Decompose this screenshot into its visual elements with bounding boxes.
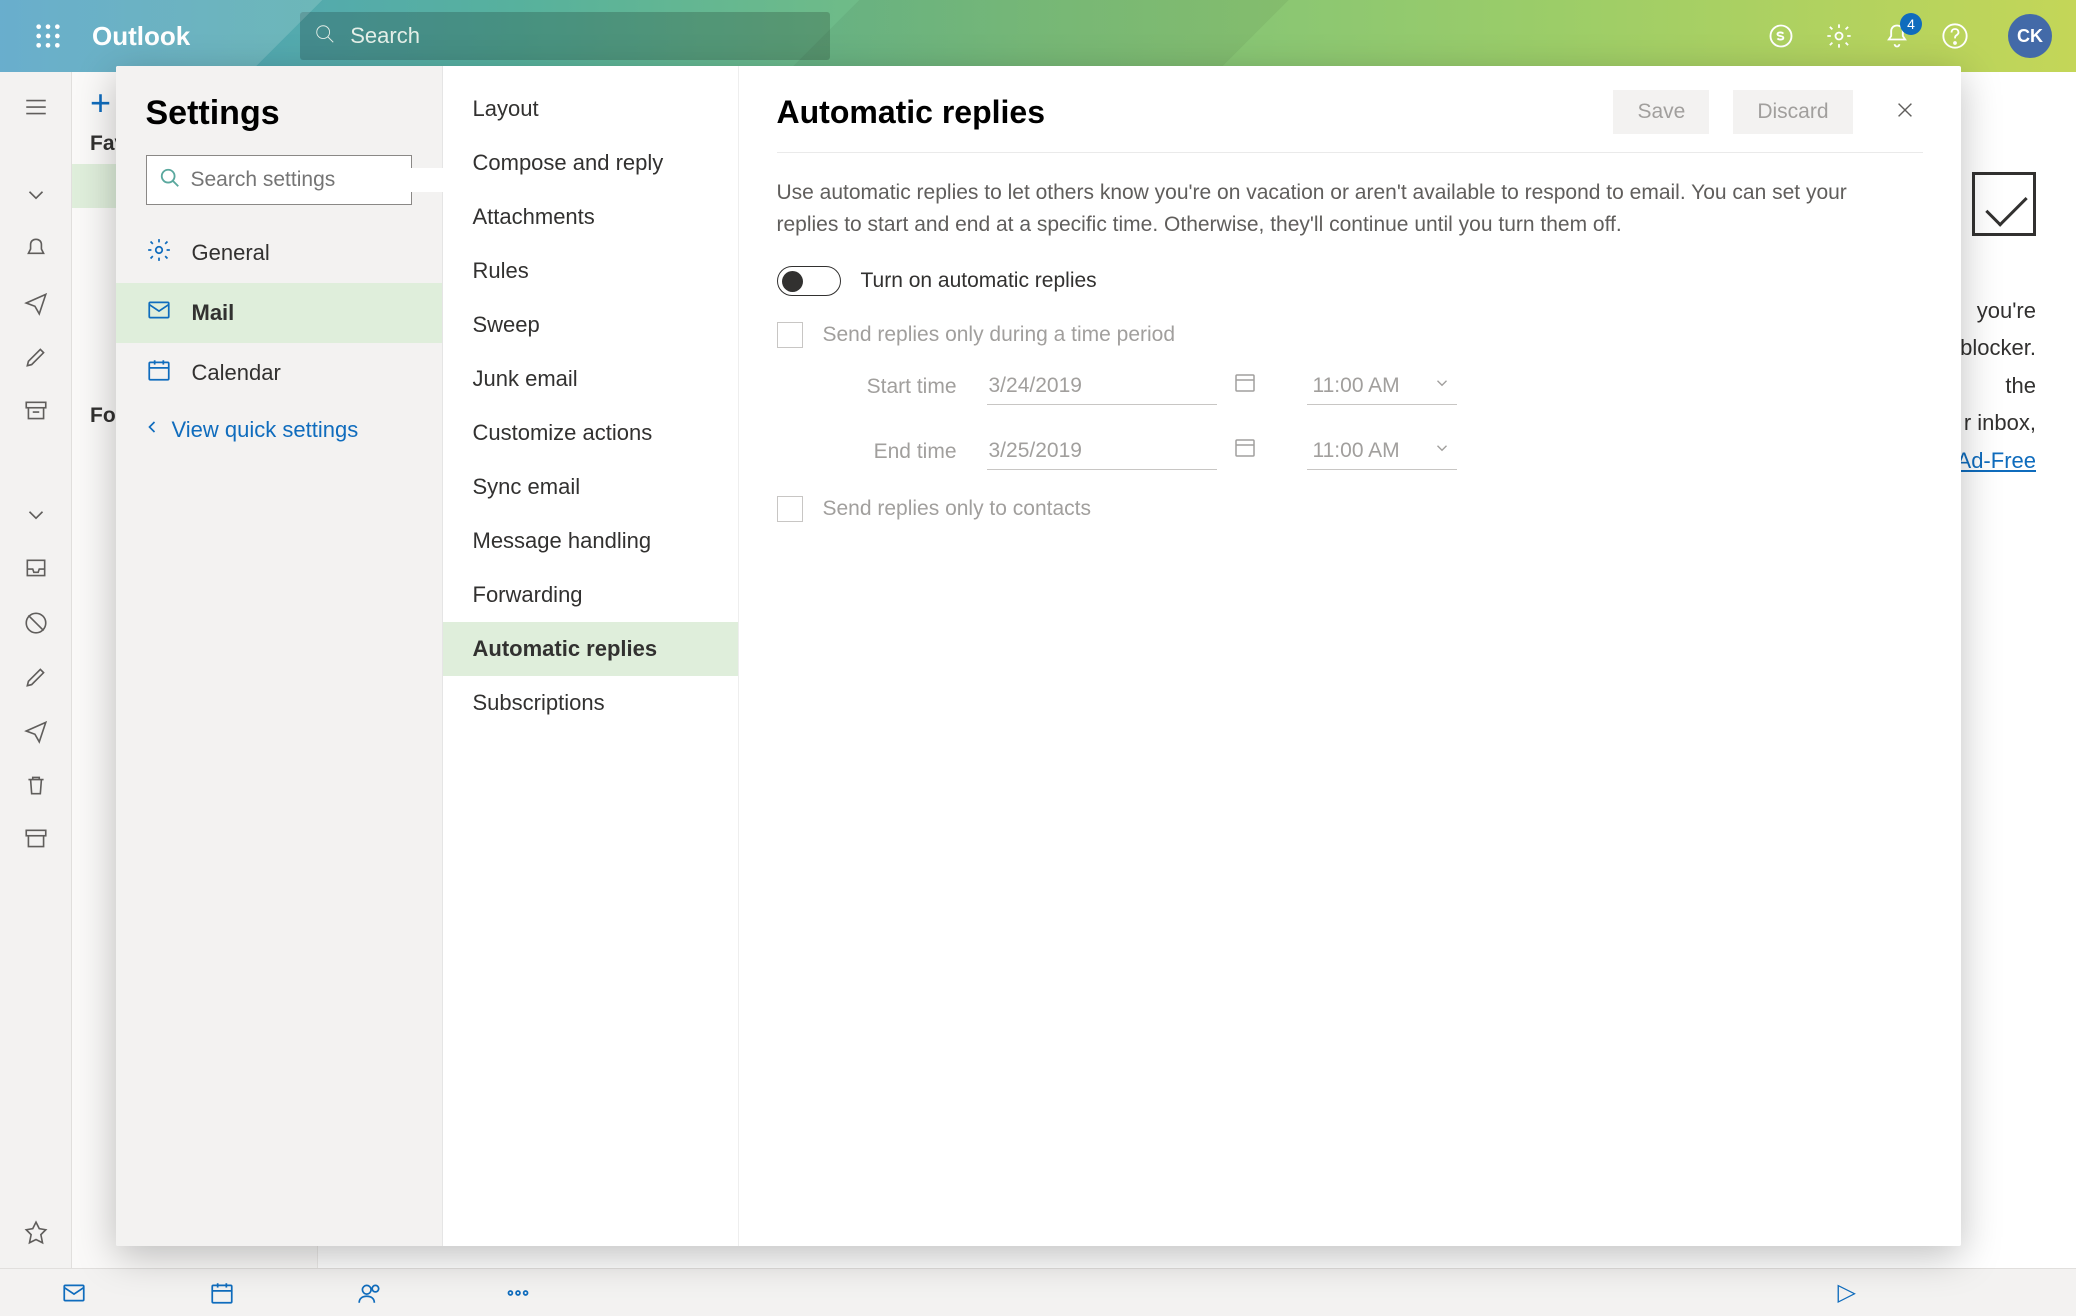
mail-icon — [146, 297, 172, 329]
skype-icon[interactable] — [1766, 21, 1796, 51]
settings-search[interactable] — [146, 155, 412, 205]
calendar-icon[interactable] — [1233, 435, 1257, 465]
calendar-icon[interactable] — [1233, 370, 1257, 400]
save-button[interactable]: Save — [1613, 90, 1709, 134]
subnav-customize-actions[interactable]: Customize actions — [443, 406, 738, 460]
panel-description: Use automatic replies to let others know… — [777, 177, 1897, 240]
notifications-icon[interactable]: 4 — [1882, 21, 1912, 51]
subnav-sync-email[interactable]: Sync email — [443, 460, 738, 514]
search-icon — [159, 167, 181, 194]
automatic-replies-toggle[interactable] — [777, 266, 841, 296]
close-button[interactable] — [1887, 94, 1923, 130]
checkbox-icon[interactable] — [777, 322, 803, 348]
subnav-compose-and-reply[interactable]: Compose and reply — [443, 136, 738, 190]
settings-icon[interactable] — [1824, 21, 1854, 51]
discard-button[interactable]: Discard — [1733, 90, 1852, 134]
chevron-left-icon — [142, 417, 162, 443]
account-avatar[interactable]: CK — [2008, 14, 2052, 58]
option-label: Send replies only to contacts — [823, 497, 1092, 521]
category-general[interactable]: General — [116, 223, 442, 283]
view-quick-settings-link[interactable]: View quick settings — [116, 403, 442, 457]
option-label: Send replies only during a time period — [823, 323, 1176, 347]
notification-badge: 4 — [1900, 13, 1922, 35]
settings-dialog: Settings General Mail Calendar View quic… — [116, 66, 1961, 1246]
category-label: Calendar — [192, 360, 281, 386]
category-calendar[interactable]: Calendar — [116, 343, 442, 403]
subnav-subscriptions[interactable]: Subscriptions — [443, 676, 738, 730]
time-value: 11:00 AM — [1313, 439, 1400, 463]
end-time-label: End time — [817, 440, 987, 464]
panel-title: Automatic replies — [777, 94, 1046, 131]
toggle-label: Turn on automatic replies — [861, 269, 1097, 293]
subnav-junk-email[interactable]: Junk email — [443, 352, 738, 406]
chevron-down-icon — [1433, 374, 1451, 398]
gear-icon — [146, 237, 172, 269]
search-icon — [314, 23, 336, 50]
global-search[interactable] — [300, 12, 830, 60]
help-icon[interactable] — [1940, 21, 1970, 51]
app-launcher-button[interactable] — [12, 0, 84, 72]
subnav-message-handling[interactable]: Message handling — [443, 514, 738, 568]
settings-title: Settings — [116, 90, 442, 155]
chevron-down-icon — [1433, 439, 1451, 463]
quick-settings-label: View quick settings — [172, 417, 359, 443]
subnav-layout[interactable]: Layout — [443, 82, 738, 136]
start-time-select[interactable]: 11:00 AM — [1307, 368, 1457, 405]
contacts-only-option[interactable]: Send replies only to contacts — [777, 496, 1923, 522]
close-icon — [1894, 99, 1916, 126]
subnav-attachments[interactable]: Attachments — [443, 190, 738, 244]
end-date-input[interactable] — [987, 433, 1217, 470]
time-value: 11:00 AM — [1313, 374, 1400, 398]
start-date-input[interactable] — [987, 368, 1217, 405]
subnav-forwarding[interactable]: Forwarding — [443, 568, 738, 622]
settings-search-input[interactable] — [191, 168, 462, 192]
category-mail[interactable]: Mail — [116, 283, 442, 343]
subnav-sweep[interactable]: Sweep — [443, 298, 738, 352]
time-period-option[interactable]: Send replies only during a time period — [777, 322, 1923, 348]
category-label: General — [192, 240, 270, 266]
global-search-input[interactable] — [350, 23, 816, 49]
end-time-select[interactable]: 11:00 AM — [1307, 433, 1457, 470]
brand-title: Outlook — [92, 21, 190, 52]
category-label: Mail — [192, 300, 235, 326]
checkbox-icon[interactable] — [777, 496, 803, 522]
subnav-rules[interactable]: Rules — [443, 244, 738, 298]
calendar-icon — [146, 357, 172, 389]
subnav-automatic-replies[interactable]: Automatic replies — [443, 622, 738, 676]
start-time-label: Start time — [817, 375, 987, 399]
